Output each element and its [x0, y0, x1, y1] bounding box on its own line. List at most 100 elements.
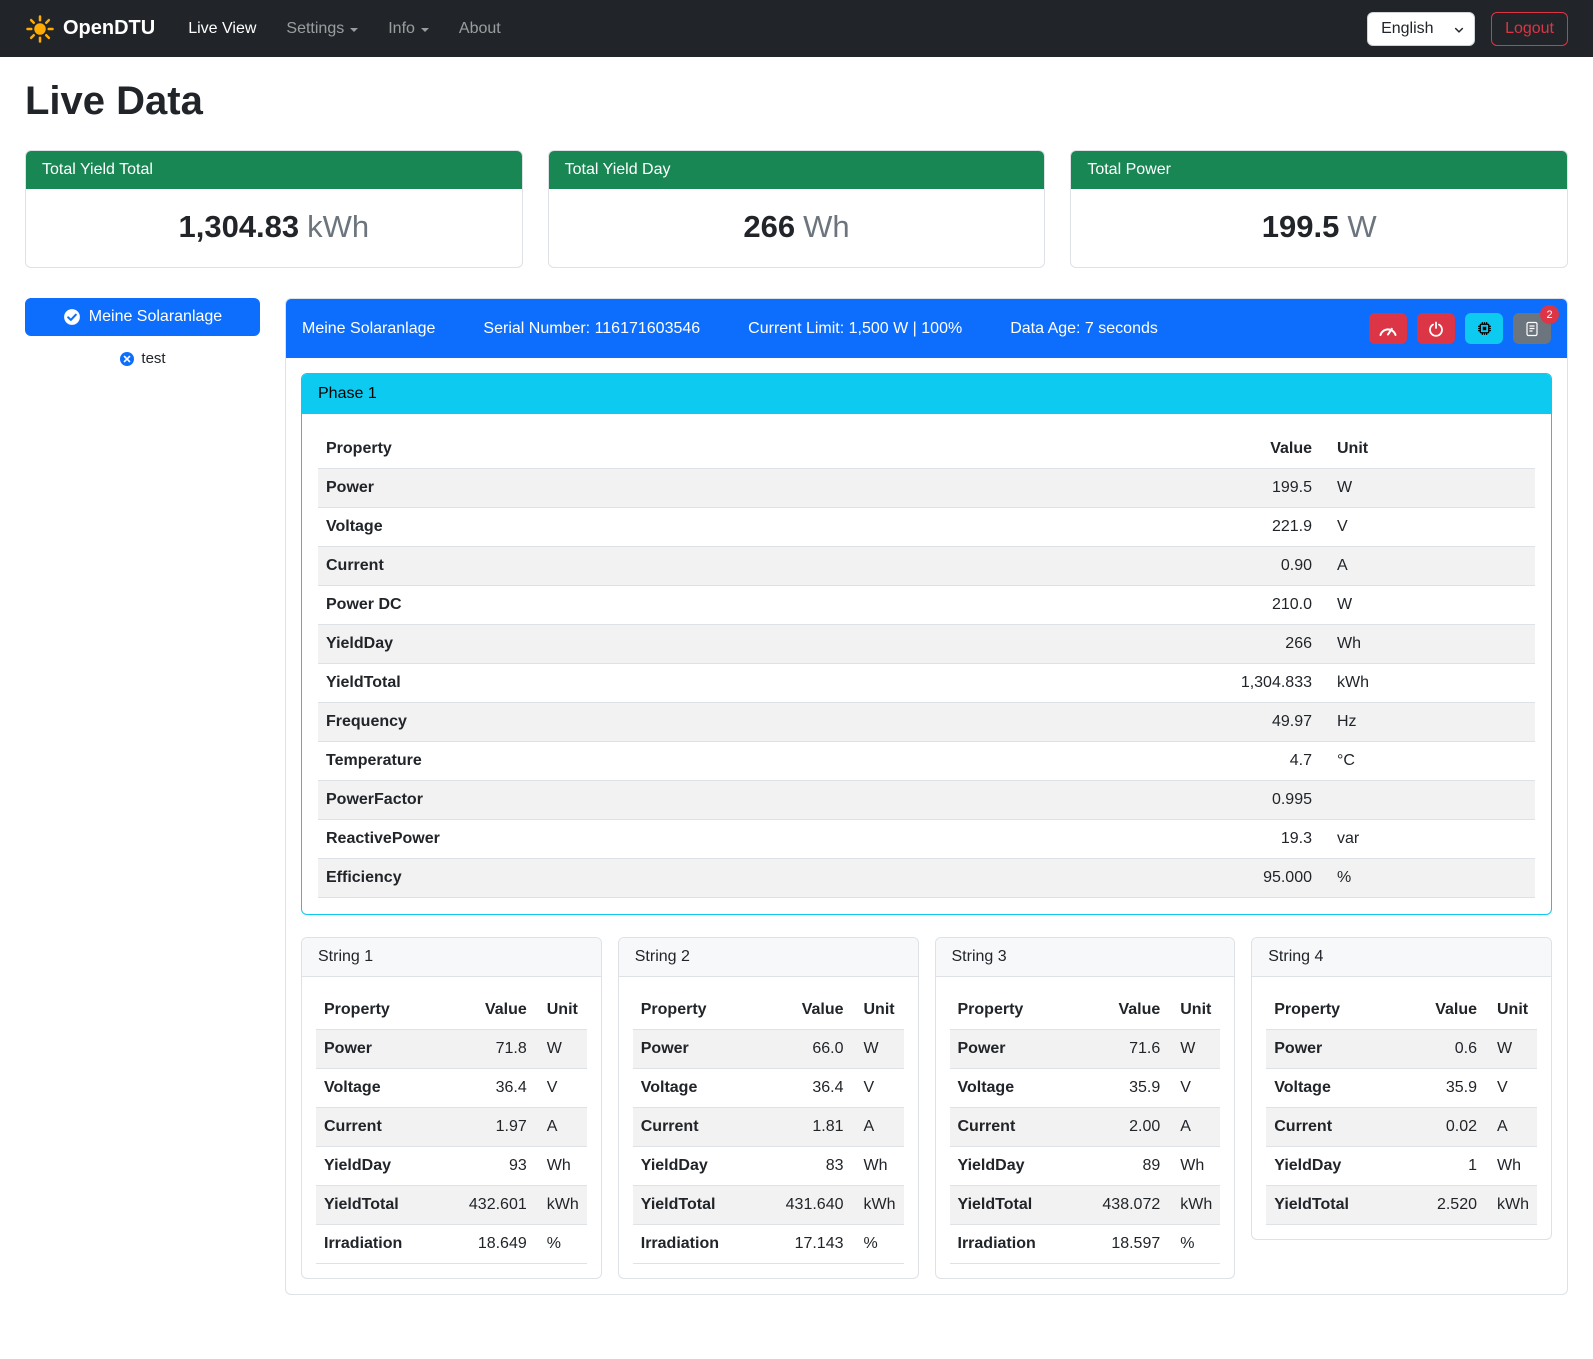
table-row: Power DC210.0W [318, 586, 1535, 625]
table-row: ReactivePower19.3var [318, 820, 1535, 859]
cell-prop: YieldTotal [633, 1186, 778, 1225]
power-toggle-button[interactable] [1417, 313, 1455, 344]
summary-cards: Total Yield Total 1,304.83kWh Total Yiel… [25, 150, 1568, 268]
table-header-row: Property Value Unit [316, 991, 587, 1030]
inverter-select-label: Meine Solaranlage [89, 308, 222, 326]
cell-prop: YieldDay [318, 625, 917, 664]
string-card-3: String 3 Property Value Unit [935, 937, 1236, 1279]
cell-val: 1,304.833 [917, 664, 1320, 703]
total-yield-day-unit: Wh [803, 209, 850, 244]
speedometer-icon [1378, 321, 1398, 337]
nav-settings-dropdown[interactable]: Settings [271, 12, 373, 46]
inverter-card-header: Meine Solaranlage Serial Number: 1161716… [286, 299, 1567, 358]
cell-prop: YieldDay [950, 1147, 1095, 1186]
cell-val: 71.8 [461, 1030, 535, 1069]
cell-unit: % [535, 1225, 587, 1264]
cell-val: 266 [917, 625, 1320, 664]
logout-button[interactable]: Logout [1491, 12, 1568, 46]
language-select[interactable]: English [1367, 12, 1475, 46]
cell-unit: Wh [1320, 625, 1535, 664]
total-yield-total-value: 1,304.83 [178, 209, 299, 244]
limit-settings-button[interactable] [1369, 313, 1407, 344]
check-circle-icon [63, 308, 81, 326]
cell-unit: % [852, 1225, 904, 1264]
table-row: Frequency49.97Hz [318, 703, 1535, 742]
cell-unit: A [1485, 1108, 1537, 1147]
cell-prop: YieldTotal [1266, 1186, 1411, 1225]
card-total-yield-day: Total Yield Day 266Wh [548, 150, 1046, 268]
cell-unit: kWh [1485, 1186, 1537, 1225]
string-table: Property Value Unit Power66.0WVoltage36.… [633, 991, 904, 1264]
strings-row: String 1 Property Value Unit [301, 937, 1552, 1279]
cell-val: 35.9 [1411, 1069, 1485, 1108]
cell-val: 18.649 [461, 1225, 535, 1264]
card-header: Total Yield Total [26, 151, 522, 189]
navbar-left: OpenDTU Live View Settings Info About [25, 12, 516, 46]
cell-val: 4.7 [917, 742, 1320, 781]
inverter-card: Meine Solaranlage Serial Number: 1161716… [285, 298, 1568, 1295]
cell-val: 36.4 [778, 1069, 852, 1108]
cell-unit: kWh [852, 1186, 904, 1225]
cell-val: 2.520 [1411, 1186, 1485, 1225]
string-card-body: Property Value Unit Power71.6WVoltage35.… [936, 977, 1235, 1278]
table-row: Power71.8W [316, 1030, 587, 1069]
string-table: Property Value Unit Power71.6WVoltage35.… [950, 991, 1221, 1264]
cell-prop: Current [950, 1108, 1095, 1147]
cell-val: 0.995 [917, 781, 1320, 820]
cell-unit: kWh [535, 1186, 587, 1225]
card-value: 1,304.83kWh [26, 189, 522, 267]
page-title: Live Data [25, 79, 1568, 124]
inverter-data-age: Data Age: 7 seconds [1010, 320, 1158, 338]
event-count-badge: 2 [1540, 305, 1559, 324]
card-total-yield-total: Total Yield Total 1,304.83kWh [25, 150, 523, 268]
string-card-body: Property Value Unit Power0.6WVoltage35.9… [1252, 977, 1551, 1239]
cell-val: 66.0 [778, 1030, 852, 1069]
table-row: PowerFactor0.995 [318, 781, 1535, 820]
nav-about[interactable]: About [444, 12, 516, 46]
cell-unit: % [1168, 1225, 1220, 1264]
inverter-current-limit: Current Limit: 1,500 W | 100% [748, 320, 962, 338]
column-header-property: Property [318, 430, 917, 469]
cpu-icon [1476, 320, 1493, 337]
navbar-right: English Logout [1367, 12, 1568, 46]
cell-unit: W [1320, 586, 1535, 625]
cell-unit: °C [1320, 742, 1535, 781]
column-header-unit: Unit [1485, 991, 1537, 1030]
nav-info-label: Info [388, 20, 415, 38]
cell-prop: YieldDay [1266, 1147, 1411, 1186]
inverter-item-test[interactable]: test [25, 350, 260, 367]
cell-prop: Frequency [318, 703, 917, 742]
table-row: YieldTotal431.640kWh [633, 1186, 904, 1225]
brand-link[interactable]: OpenDTU [25, 14, 155, 44]
string-card-title: String 2 [619, 938, 918, 977]
string-table: Property Value Unit Power71.8WVoltage36.… [316, 991, 587, 1264]
table-row: YieldDay266Wh [318, 625, 1535, 664]
column-header-unit: Unit [1168, 991, 1220, 1030]
language-selected-value: English [1381, 20, 1433, 37]
cell-prop: Voltage [316, 1069, 461, 1108]
cell-val: 221.9 [917, 508, 1320, 547]
column-header-unit: Unit [1320, 430, 1535, 469]
table-row: Voltage36.4V [633, 1069, 904, 1108]
nav-info-dropdown[interactable]: Info [373, 12, 444, 46]
column-header-value: Value [1411, 991, 1485, 1030]
device-info-button[interactable] [1465, 313, 1503, 344]
cell-val: 0.6 [1411, 1030, 1485, 1069]
column-header-unit: Unit [852, 991, 904, 1030]
cell-prop: YieldTotal [316, 1186, 461, 1225]
cell-val: 49.97 [917, 703, 1320, 742]
inverter-card-body: Phase 1 Property Value Unit Power199.5WV… [286, 358, 1567, 1294]
string-card-2: String 2 Property Value Unit [618, 937, 919, 1279]
column-header-value: Value [778, 991, 852, 1030]
cell-unit: Hz [1320, 703, 1535, 742]
cell-val: 93 [461, 1147, 535, 1186]
cell-prop: Current [633, 1108, 778, 1147]
cell-val: 35.9 [1094, 1069, 1168, 1108]
nav-live-view-label: Live View [188, 20, 256, 38]
table-row: Voltage35.9V [1266, 1069, 1537, 1108]
string-card-1: String 1 Property Value Unit [301, 937, 602, 1279]
table-row: Current0.90A [318, 547, 1535, 586]
nav-live-view[interactable]: Live View [173, 12, 271, 46]
event-log-button[interactable]: 2 [1513, 313, 1551, 344]
inverter-select-button[interactable]: Meine Solaranlage [25, 298, 260, 336]
